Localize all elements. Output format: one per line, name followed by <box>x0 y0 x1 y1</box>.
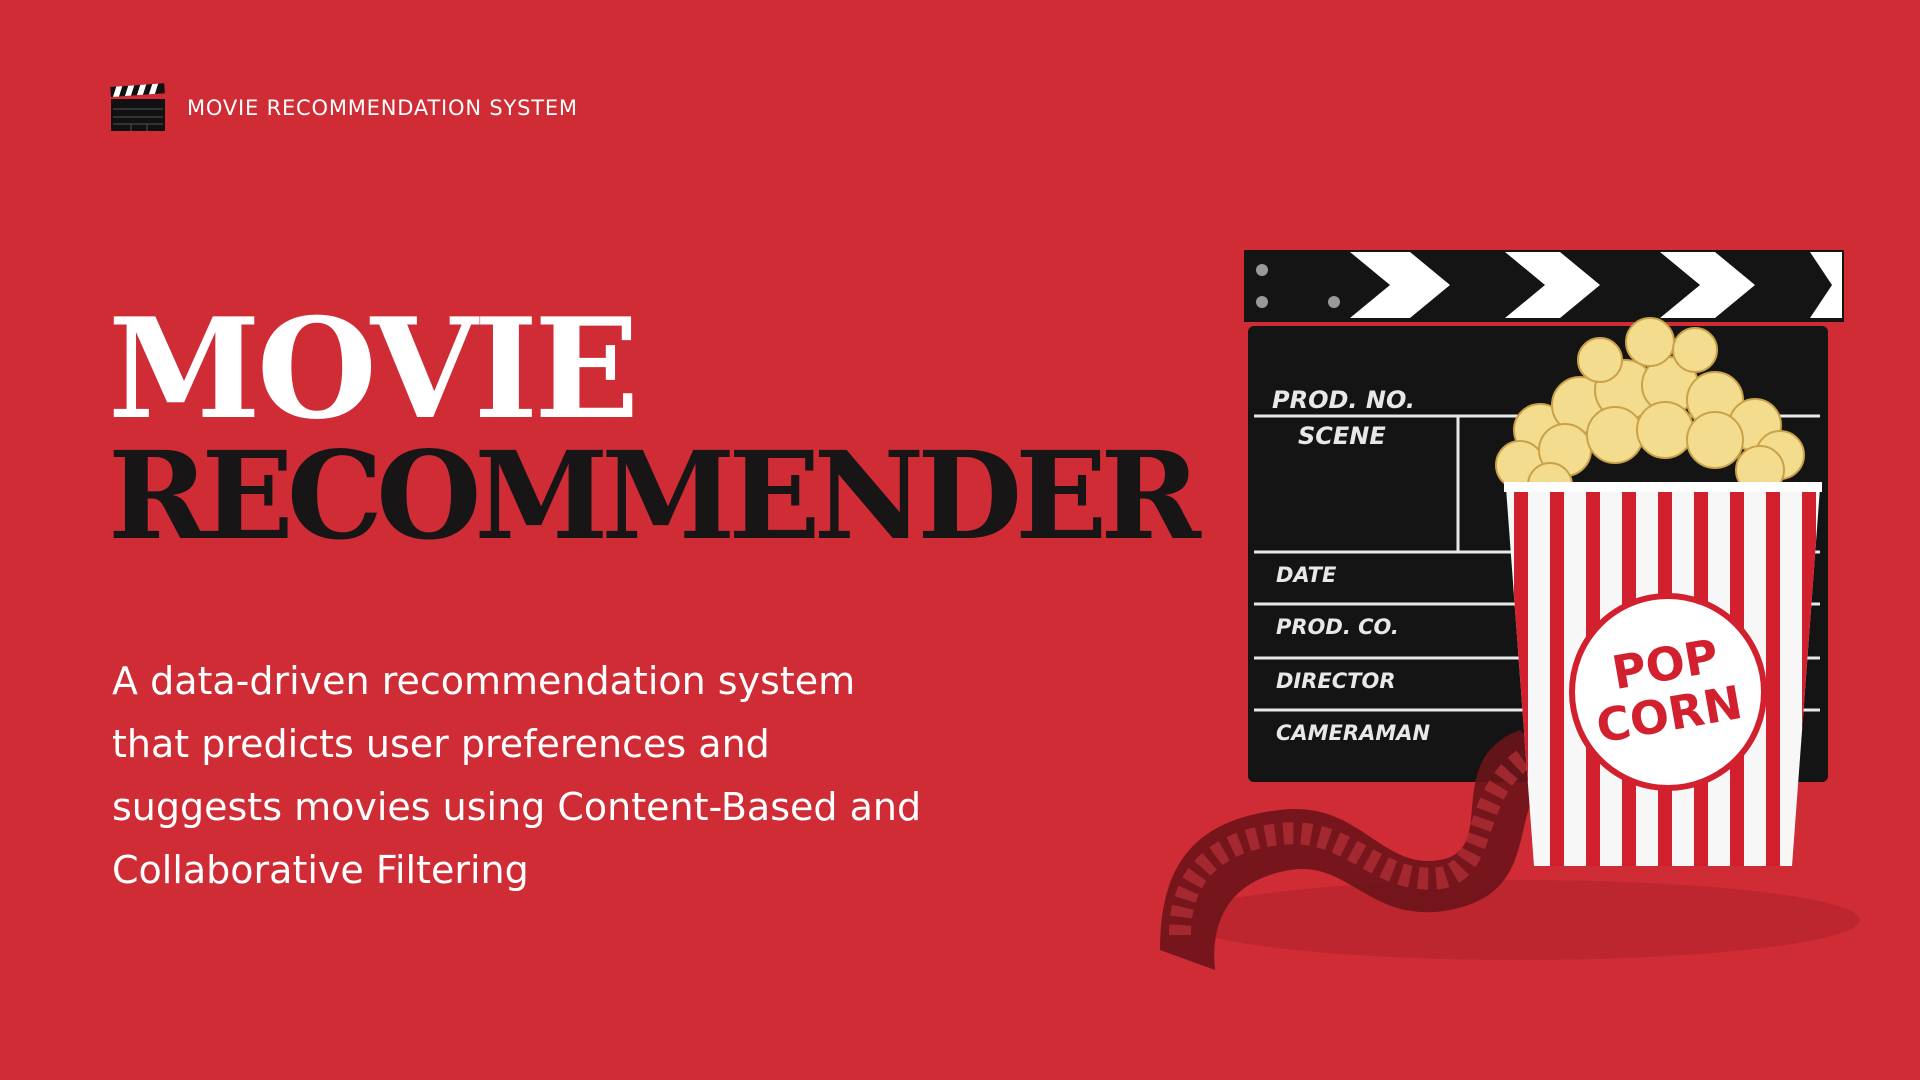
brand-header: MOVIE RECOMMENDATION SYSTEM <box>109 83 578 133</box>
description-line: that predicts user preferences and <box>112 722 770 766</box>
description-line: A data-driven recommendation system <box>112 659 856 703</box>
clap-label-director: DIRECTOR <box>1276 669 1396 693</box>
ground-shadow <box>1180 880 1860 960</box>
brand-label: MOVIE RECOMMENDATION SYSTEM <box>187 96 578 120</box>
clap-label-cameraman: CAMERAMAN <box>1276 721 1430 745</box>
page-description: A data-driven recommendation system that… <box>112 650 1052 902</box>
clap-label-scene: SCENE <box>1298 422 1386 450</box>
clap-label-prod-no: PROD. NO. <box>1272 386 1415 414</box>
clapperboard-icon <box>110 83 165 131</box>
page-title-line1: MOVIE <box>108 287 639 450</box>
movie-illustration: PROD. NO. SCENE T DATE PROD. CO. DIRECTO… <box>1160 250 1860 970</box>
description-line: Collaborative Filtering <box>112 848 529 892</box>
description-line: suggests movies using Content-Based and <box>112 785 922 829</box>
clap-label-prod-co: PROD. CO. <box>1276 615 1399 639</box>
clap-label-date: DATE <box>1276 563 1337 587</box>
page-title-line2: RECOMMENDER <box>108 424 1201 567</box>
